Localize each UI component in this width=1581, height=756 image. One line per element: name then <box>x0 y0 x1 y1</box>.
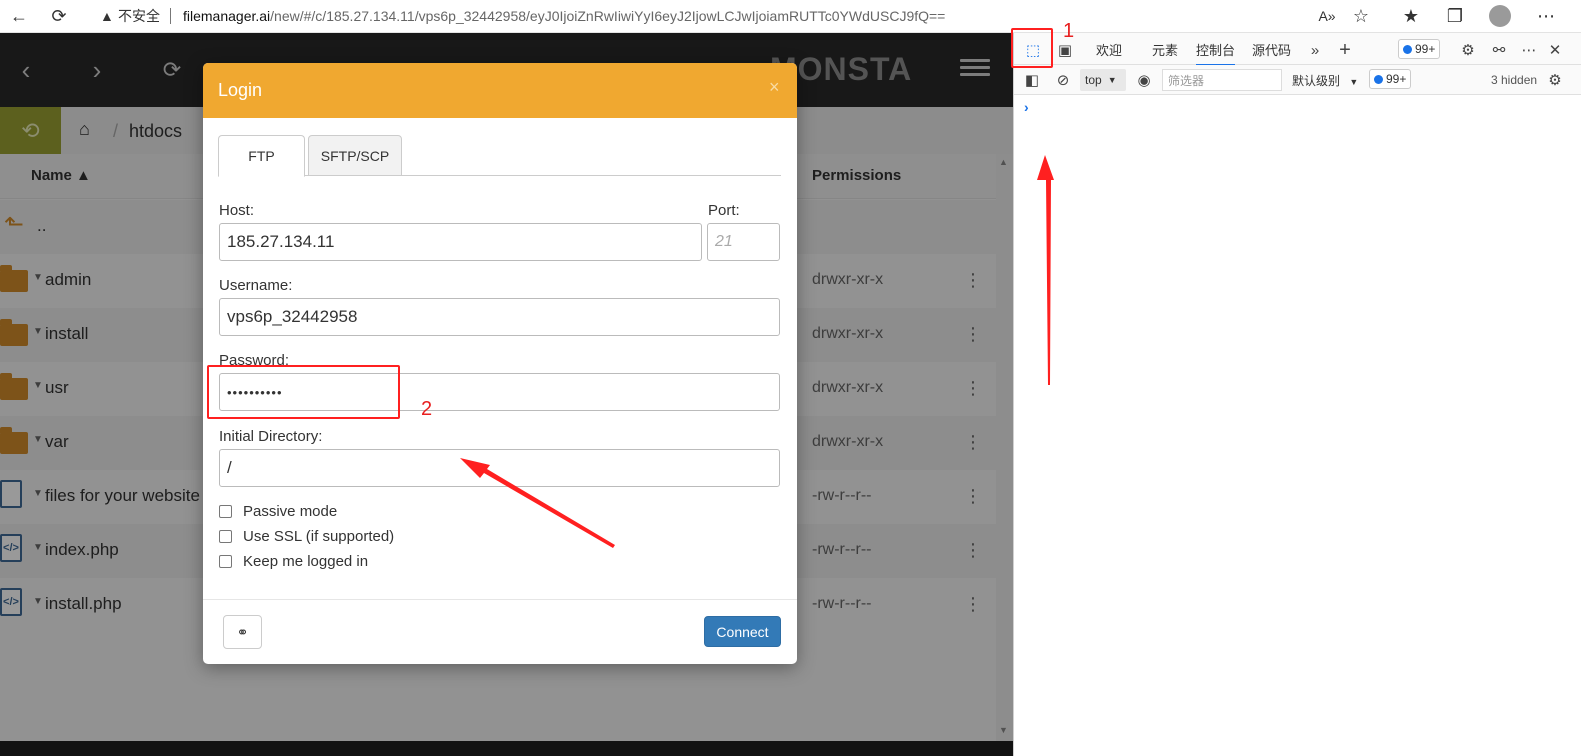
log-level-select[interactable]: 默认级别 ▼ <box>1292 72 1358 89</box>
issues-icon <box>1374 74 1383 84</box>
add-tab-icon[interactable]: + <box>1334 39 1356 61</box>
link-icon[interactable]: ⚭ <box>223 615 262 649</box>
port-field[interactable]: 21 <box>707 223 780 261</box>
clear-console-icon[interactable]: ⊘ <box>1052 69 1074 91</box>
issues-count: 99+ <box>1386 72 1407 86</box>
collections-icon[interactable]: ❐ <box>1442 3 1468 29</box>
url-host: filemanager.ai <box>183 8 271 24</box>
customize-icon[interactable]: ⚯ <box>1488 39 1510 61</box>
read-aloud-icon[interactable]: A» <box>1314 3 1340 29</box>
more-menu-icon[interactable]: ⋯ <box>1533 3 1559 29</box>
address-bar[interactable]: ▲ 不安全 filemanager.ai/new/#/c/185.27.134.… <box>100 2 945 30</box>
filter-input[interactable]: 筛选器 <box>1162 69 1282 91</box>
more-tabs-icon[interactable]: » <box>1304 39 1326 61</box>
log-level-value: 默认级别 <box>1292 74 1341 88</box>
checkbox-label: Keep me logged in <box>243 552 369 570</box>
close-devtools-icon[interactable]: ✕ <box>1544 39 1566 61</box>
context-select[interactable]: top ▼ <box>1080 69 1126 91</box>
issues-count: 99+ <box>1415 42 1436 56</box>
console-prompt[interactable]: › <box>1024 99 1029 115</box>
annotation-box-1 <box>1011 28 1053 68</box>
dialog-footer-divider <box>203 599 797 600</box>
checkbox-box[interactable] <box>219 504 232 518</box>
checkbox-label: Use SSL (if supported) <box>243 527 395 545</box>
login-dialog: Login × FTP SFTP/SCP Host: 185.27.134.11… <box>203 63 797 664</box>
annotation-number-2: 2 <box>421 398 433 420</box>
console-issues-badge[interactable]: 99+ <box>1369 69 1412 89</box>
favorites-list-icon[interactable]: ★ <box>1398 3 1424 29</box>
live-expression-eye-icon[interactable]: ◉ <box>1133 69 1155 91</box>
passive-mode-checkbox[interactable]: Passive mode <box>219 501 337 521</box>
back-arrow-icon[interactable]: ← <box>6 3 32 29</box>
checkbox-box[interactable] <box>219 529 232 543</box>
annotation-box-2 <box>207 365 400 419</box>
hidden-count: 3 hidden <box>1491 73 1538 87</box>
more-options-icon[interactable]: ⋯ <box>1518 39 1540 61</box>
chevron-down-icon: ▼ <box>1349 77 1359 87</box>
sidebar-toggle-icon[interactable]: ◧ <box>1021 69 1043 91</box>
tab-sftp-scp[interactable]: SFTP/SCP <box>308 135 402 176</box>
issues-icon <box>1403 44 1412 54</box>
separator <box>170 8 171 24</box>
keep-logged-in-checkbox[interactable]: Keep me logged in <box>219 551 368 571</box>
reload-icon[interactable]: ⟳ <box>46 3 72 29</box>
console-settings-gear-icon[interactable]: ⚙ <box>1544 69 1566 91</box>
browser-toolbar: ← ⟳ ▲ 不安全 filemanager.ai/new/#/c/185.27.… <box>0 0 1581 33</box>
tab-sources[interactable]: 源代码 <box>1252 40 1291 59</box>
tab-elements[interactable]: 元素 <box>1152 40 1178 59</box>
profile-avatar-icon[interactable] <box>1487 3 1513 29</box>
initial-directory-label: Initial Directory: <box>219 428 323 445</box>
tab-console[interactable]: 控制台 <box>1196 40 1236 66</box>
tab-welcome[interactable]: 欢迎 <box>1096 40 1122 59</box>
checkbox-box[interactable] <box>219 554 232 568</box>
annotation-number-1: 1 <box>1063 20 1075 42</box>
connect-button[interactable]: Connect <box>704 616 781 647</box>
use-ssl-checkbox[interactable]: Use SSL (if supported) <box>219 526 394 546</box>
close-icon[interactable]: × <box>769 77 780 98</box>
issues-badge[interactable]: 99+ <box>1398 39 1441 59</box>
context-value: top <box>1085 73 1102 87</box>
port-label: Port: <box>708 202 740 219</box>
favorite-star-icon[interactable]: ☆ <box>1348 3 1374 29</box>
security-label: 不安全 <box>118 8 160 24</box>
url-path: /new/#/c/185.27.134.11/vps6p_32442958/ey… <box>270 8 946 24</box>
host-field[interactable]: 185.27.134.11 <box>219 223 702 261</box>
initial-directory-field[interactable]: / <box>219 449 780 487</box>
devtools-tabbar: ⬚ ▣ 欢迎 元素 控制台 源代码 » + 99+ ⚙ ⚯ ⋯ ✕ <box>1014 33 1581 66</box>
devtools-panel: ⬚ ▣ 欢迎 元素 控制台 源代码 » + 99+ ⚙ ⚯ ⋯ ✕ ◧ ⊘ to… <box>1013 33 1581 756</box>
dialog-header: Login × <box>203 63 797 118</box>
username-label: Username: <box>219 277 293 294</box>
dialog-title: Login <box>218 80 263 100</box>
checkbox-label: Passive mode <box>243 502 338 520</box>
console-toolbar: ◧ ⊘ top ▼ ◉ 筛选器 默认级别 ▼ 99+ 3 hidden ⚙ <box>1014 65 1581 95</box>
username-field[interactable]: vps6p_32442958 <box>219 298 780 336</box>
settings-gear-icon[interactable]: ⚙ <box>1457 39 1479 61</box>
host-label: Host: <box>219 202 255 219</box>
chevron-down-icon: ▼ <box>1107 75 1117 85</box>
warning-icon: ▲ <box>100 8 114 24</box>
tab-ftp[interactable]: FTP <box>218 135 305 177</box>
